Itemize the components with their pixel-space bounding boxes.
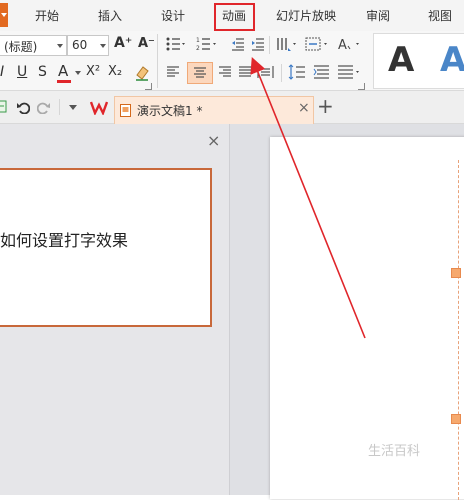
separator xyxy=(59,99,60,115)
align-left-icon[interactable] xyxy=(166,65,180,79)
font-size-value: 60 xyxy=(72,38,88,52)
align-text-icon[interactable] xyxy=(305,36,331,52)
highlight-box xyxy=(214,3,255,31)
svg-text:2: 2 xyxy=(196,45,200,52)
presentation-file-icon xyxy=(120,104,131,117)
font-color-swatch xyxy=(57,80,71,83)
justify-icon[interactable] xyxy=(238,65,252,79)
text-style-gallery[interactable]: A A xyxy=(373,33,464,89)
line-spacing-icon[interactable] xyxy=(288,64,306,80)
menu-insert[interactable]: 插入 xyxy=(98,0,122,31)
numbered-list-icon[interactable]: 1 2 xyxy=(196,36,222,52)
font-name-select[interactable]: (标题) xyxy=(0,35,67,56)
distribute-icon[interactable] xyxy=(257,64,275,80)
align-center-icon xyxy=(194,67,206,78)
selection-guide-line xyxy=(458,160,459,500)
text-direction-icon[interactable] xyxy=(276,36,298,52)
italic-button[interactable]: I xyxy=(0,64,4,80)
svg-text:A: A xyxy=(338,38,347,52)
chevron-down-icon xyxy=(100,44,106,48)
separator xyxy=(269,36,270,54)
menu-slideshow[interactable]: 幻灯片放映 xyxy=(276,0,336,31)
columns-icon[interactable] xyxy=(337,64,363,80)
underline-button[interactable]: U xyxy=(17,64,27,80)
slide-canvas[interactable] xyxy=(270,137,464,499)
chevron-down-icon xyxy=(57,44,63,48)
style-preview-blue[interactable]: A xyxy=(440,40,464,80)
increase-indent-icon[interactable] xyxy=(251,37,265,51)
quick-access-menu-icon[interactable] xyxy=(69,105,77,110)
align-center-button[interactable] xyxy=(187,62,213,84)
resize-handle[interactable] xyxy=(451,268,461,278)
paragraph-spacing-icon[interactable] xyxy=(313,64,331,80)
subscript-button[interactable]: X₂ xyxy=(108,64,122,79)
superscript-button[interactable]: X² xyxy=(86,64,100,79)
menu-design[interactable]: 设计 xyxy=(161,0,185,31)
font-name-value: (标题) xyxy=(4,40,38,54)
redo-icon[interactable] xyxy=(37,100,51,114)
close-tab-icon[interactable]: × xyxy=(298,100,310,116)
style-preview-black[interactable]: A xyxy=(388,40,414,80)
ribbon-toolbar: (标题) 60 A⁺ A⁻ I U S A X² X₂ 1 2 A A A xyxy=(0,31,464,91)
font-color-button[interactable]: A xyxy=(58,62,68,80)
svg-text:1: 1 xyxy=(196,37,200,44)
document-tab-title: 演示文稿1 * xyxy=(137,104,203,118)
align-right-icon[interactable] xyxy=(218,65,232,79)
document-tab[interactable]: 演示文稿1 * × xyxy=(114,96,314,124)
strikethrough-button[interactable]: S xyxy=(38,64,47,80)
undo-icon[interactable] xyxy=(16,100,30,114)
font-size-select[interactable]: 60 xyxy=(67,35,109,56)
paragraph-dialog-launcher[interactable] xyxy=(358,83,365,90)
wps-logo-icon[interactable] xyxy=(90,99,108,115)
text-style-icon[interactable]: A xyxy=(338,36,364,52)
decrease-font-button[interactable]: A⁻ xyxy=(138,36,155,51)
resize-handle[interactable] xyxy=(451,414,461,424)
increase-font-button[interactable]: A⁺ xyxy=(114,35,132,51)
bullet-list-icon[interactable] xyxy=(166,36,188,52)
font-dialog-launcher[interactable] xyxy=(145,83,152,90)
separator xyxy=(157,34,158,88)
watermark-text: 生活百科 xyxy=(368,444,421,459)
menu-view[interactable]: 视图 xyxy=(428,0,452,31)
separator xyxy=(281,64,282,82)
app-menu-button[interactable] xyxy=(0,3,8,27)
new-slide-icon[interactable] xyxy=(0,100,8,114)
menu-review[interactable]: 审阅 xyxy=(366,0,390,31)
chevron-down-icon[interactable] xyxy=(75,71,81,75)
clear-format-icon[interactable] xyxy=(134,63,150,81)
slide-thumbnail-title: 如何设置打字效果 xyxy=(0,231,129,250)
new-tab-button[interactable]: + xyxy=(317,94,334,118)
close-pane-icon[interactable]: × xyxy=(207,131,220,150)
menu-home[interactable]: 开始 xyxy=(35,0,59,31)
decrease-indent-icon[interactable] xyxy=(231,37,245,51)
